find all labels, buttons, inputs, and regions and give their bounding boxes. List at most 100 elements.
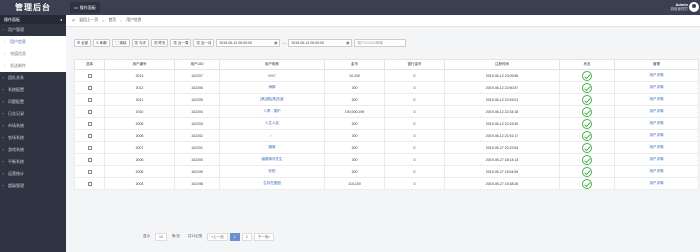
per-page-select[interactable]: 10: [155, 233, 167, 241]
collapse-arrow-icon[interactable]: ◂: [60, 15, 62, 24]
nickname-link[interactable]: 。: [219, 129, 325, 142]
row-checkbox[interactable]: [87, 73, 92, 78]
check-circle-icon[interactable]: [582, 178, 592, 189]
row-checkbox[interactable]: [87, 97, 92, 102]
user-detail-link[interactable]: 用户详情: [614, 81, 699, 94]
check-circle-icon[interactable]: [582, 94, 592, 105]
user-id-cell: 2007: [104, 141, 175, 154]
sidebar-group[interactable]: + 平衡系统: [0, 156, 66, 168]
sidebar-group[interactable]: + 团队关系: [0, 72, 66, 84]
sidebar-group[interactable]: + 运营统计: [0, 168, 66, 180]
status-cell: [559, 165, 615, 178]
register-time-cell: 2019-06-12 22:49:01: [444, 93, 560, 106]
back-arrow-icon[interactable]: ↶: [72, 18, 75, 23]
sidebar-item-label: 运营统计: [8, 171, 24, 176]
nickname-link[interactable]: 八哥 - 锅炉: [219, 105, 325, 118]
check-circle-icon[interactable]: [582, 70, 592, 81]
user-detail-link[interactable]: 用户详情: [614, 141, 699, 154]
row-checkbox[interactable]: [87, 121, 92, 126]
home-link[interactable]: 首页: [108, 18, 116, 23]
register-time-cell: 2019-05-27 18:14:13: [444, 153, 560, 166]
row-checkbox[interactable]: [87, 109, 92, 114]
user-id-cell: 2010: [104, 105, 175, 118]
sidebar-subitem[interactable]: ▫ 发送邮件: [0, 60, 66, 72]
nickname-link[interactable]: [窝][窝][窝]无敌: [219, 93, 325, 106]
sidebar-item-label: 日志记录: [8, 111, 24, 116]
check-circle-icon[interactable]: [582, 82, 592, 93]
user-uid-cell: 102207: [174, 69, 220, 82]
row-checkbox[interactable]: [87, 133, 92, 138]
check-circle-icon[interactable]: [582, 130, 592, 141]
check-circle-icon[interactable]: [582, 106, 592, 117]
user-detail-link[interactable]: 用户详情: [614, 165, 699, 178]
register-time-cell: 2019-05-27 15:54:59: [444, 165, 560, 178]
user-id-cell: 2005: [104, 165, 175, 178]
user-detail-link[interactable]: 用户详情: [614, 93, 699, 106]
nickname-link[interactable]: 海豚: [219, 81, 325, 94]
bank-gold-cell: 0: [384, 69, 445, 82]
next-page-button[interactable]: 下一页»: [253, 233, 275, 241]
sidebar-group[interactable]: + 游戏系统: [0, 144, 66, 156]
refresh-button[interactable]: ↻ 刷新: [93, 38, 111, 47]
check-circle-icon[interactable]: [582, 166, 592, 177]
column-header: 用户昵称: [219, 59, 325, 70]
nickname-link[interactable]: 人生人民: [219, 117, 325, 130]
user-detail-link[interactable]: 用户详情: [614, 117, 699, 130]
prev-page-button[interactable]: «上一页: [207, 233, 228, 241]
column-header: 状态: [559, 59, 615, 70]
sidebar-group[interactable]: + 超级管理: [0, 180, 66, 192]
nickname-link[interactable]: 幽娜清河先生: [219, 153, 325, 166]
dashboard-tab[interactable]: ▭ 操作面板: [70, 2, 100, 13]
dashboard-tab-label: 操作面板: [79, 4, 96, 10]
last-month-button[interactable]: ▦ 近一月: [193, 38, 215, 47]
check-circle-icon[interactable]: [582, 154, 592, 165]
nickname-link[interactable]: 生存在团团: [219, 177, 325, 190]
sidebar-group[interactable]: + 日志记录: [0, 108, 66, 120]
nickname-link[interactable]: 彩阳: [219, 165, 325, 178]
row-checkbox[interactable]: [87, 181, 92, 186]
sidebar-subitem[interactable]: ▫ 用户信息: [0, 36, 66, 48]
yesterday-button[interactable]: ▦ 昨天: [151, 38, 169, 47]
sidebar-item-label: 系统配置: [8, 87, 24, 92]
today-button[interactable]: ▦ 今天: [131, 38, 149, 47]
clear-button[interactable]: ▢ 清除: [112, 38, 130, 47]
user-detail-link[interactable]: 用户详情: [614, 129, 699, 142]
check-circle-icon[interactable]: [582, 118, 592, 129]
sidebar-group[interactable]: + 问题配置: [0, 96, 66, 108]
page-1-button[interactable]: 1: [229, 233, 240, 241]
page-2-button[interactable]: 2: [241, 233, 252, 241]
avatar[interactable]: [689, 2, 699, 12]
nickname-link[interactable]: 9997: [219, 69, 325, 82]
user-detail-link[interactable]: 用户详情: [614, 153, 699, 166]
user-detail-link[interactable]: 用户详情: [614, 69, 699, 82]
row-checkbox[interactable]: [87, 169, 92, 174]
all-button[interactable]: ☰ 全部: [74, 38, 92, 47]
row-checkbox[interactable]: [87, 157, 92, 162]
last-week-button[interactable]: ▦ 近一周: [170, 38, 192, 47]
sidebar-subitem[interactable]: ▫ 充值信息: [0, 48, 66, 60]
nickname-link[interactable]: 隆离: [219, 141, 325, 154]
end-date-input[interactable]: 2019-06-13 00:00:00 ▦: [288, 38, 353, 47]
sidebar-group[interactable]: + 农场系统: [0, 132, 66, 144]
expand-icon: +: [2, 183, 5, 188]
user-detail-link[interactable]: 用户详情: [614, 177, 699, 190]
user-uid-cell: 102201: [174, 141, 220, 154]
check-circle-icon[interactable]: [582, 142, 592, 153]
table-row: 2010 102204 八哥 - 锅炉 100,000,199 0 2019-06-12 …: [74, 105, 699, 118]
search-input[interactable]: 账户ID/UID/邮箱: [354, 38, 407, 47]
sidebar-group[interactable]: − 用户管理: [0, 24, 66, 36]
column-header: 选择: [74, 59, 105, 70]
status-cell: [559, 141, 615, 154]
sidebar-group[interactable]: + 系统配置: [0, 84, 66, 96]
user-info[interactable]: Admin 超级管理员: [671, 2, 689, 12]
bank-gold-cell: 0: [384, 129, 445, 142]
back-link[interactable]: 返回上一页: [79, 18, 98, 23]
gold-cell: 200: [324, 117, 385, 130]
column-header: 金币: [324, 59, 385, 70]
sidebar-group[interactable]: + 市场系统: [0, 120, 66, 132]
app-logo: 管理后台: [15, 3, 51, 12]
user-detail-link[interactable]: 用户详情: [614, 105, 699, 118]
start-date-input[interactable]: 2019-06-12 00:00:00 ▦: [216, 38, 281, 47]
row-checkbox[interactable]: [87, 85, 92, 90]
row-checkbox[interactable]: [87, 145, 92, 150]
